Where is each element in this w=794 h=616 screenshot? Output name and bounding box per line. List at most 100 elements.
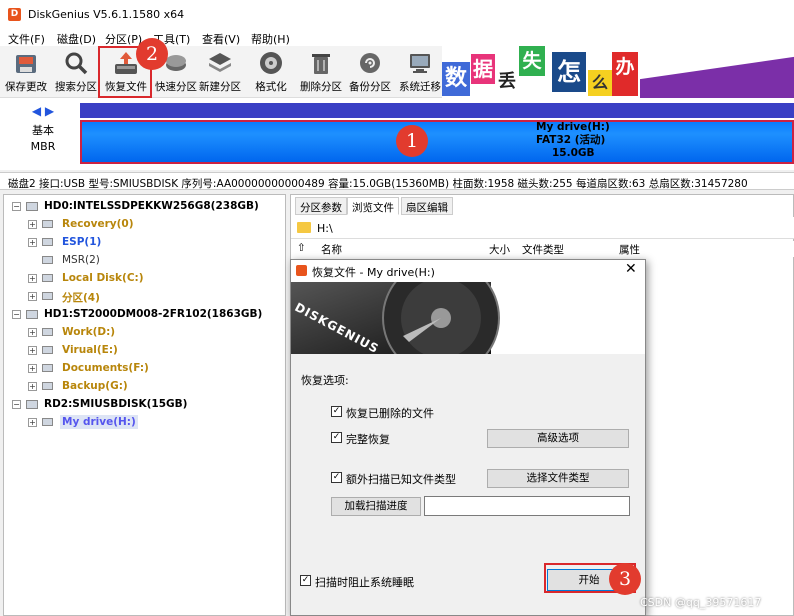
system-migrate-icon [410,54,430,73]
backup-partition-icon [360,53,380,73]
callout-1: 1 [396,125,428,157]
prevent-sleep-label: 扫描时阻止系统睡眠 [315,576,414,589]
tree-partition-c[interactable]: Local Disk(C:) [62,272,144,284]
tree-partition-h[interactable]: My drive(H:) [60,415,138,429]
expand-icon[interactable]: + [28,292,37,301]
expand-icon[interactable]: + [28,382,37,391]
load-scan-progress-button[interactable]: 加载扫描进度 [331,497,421,516]
expand-icon[interactable]: + [28,238,37,247]
menu-disk[interactable]: 磁盘(D) [57,31,96,47]
callout-2: 2 [136,38,168,70]
menu-help[interactable]: 帮助(H) [251,31,290,47]
scan-progress-path-input[interactable] [424,496,630,516]
extra-scan-checkbox[interactable]: ✓ [331,472,342,483]
up-folder-icon[interactable]: ⇧ [297,242,306,254]
expand-icon[interactable]: + [28,274,37,283]
title-bar: D DiskGenius V5.6.1.1580 x64 [0,0,794,28]
banner-char: 丢 [495,68,519,96]
app-title: DiskGenius V5.6.1.1580 x64 [28,8,185,21]
partition-icon [42,292,53,300]
expand-icon[interactable]: + [28,346,37,355]
deleted-files-label: 恢复已删除的文件 [346,407,434,420]
disk-info-bar: 磁盘2 接口:USB 型号:SMIUSBDISK 序列号:AA000000000… [0,172,794,190]
dialog-header-image: DISKGENIUS [291,282,645,354]
collapse-icon[interactable]: − [12,310,21,319]
select-file-types-button[interactable]: 选择文件类型 [487,469,629,488]
disk-type-label: ◀ ▶ 基本 MBR [20,104,66,164]
collapse-icon[interactable]: − [12,400,21,409]
complete-recovery-checkbox[interactable]: ✓ [331,432,342,443]
advanced-options-button[interactable]: 高级选项 [487,429,629,448]
tree-disk-hd0[interactable]: HD0:INTELSSDPEKKW256G8(238GB) [44,200,259,212]
disk-icon [26,310,38,319]
expand-icon[interactable]: + [28,220,37,229]
partition-icon [42,382,53,390]
menu-partition[interactable]: 分区(P) [105,31,142,47]
tree-partition-d[interactable]: Work(D:) [62,326,115,338]
disk-type-basic: 基本 [32,124,54,137]
column-name[interactable]: 名称 [321,242,342,257]
menu-file[interactable]: 文件(F) [8,31,45,47]
tree-partition-recovery[interactable]: Recovery(0) [62,218,134,230]
partition-block[interactable] [80,120,794,164]
expand-icon[interactable]: + [28,418,37,427]
deleted-files-checkbox[interactable]: ✓ [331,406,342,417]
tab-sector-edit[interactable]: 扇区编辑 [401,197,453,215]
tree-partition-e[interactable]: Virual(E:) [62,344,118,356]
partition-fs: FAT32 (活动) [536,134,606,146]
tree-disk-hd1[interactable]: HD1:ST2000DM008-2FR102(1863GB) [44,308,262,320]
nav-arrows-icon[interactable]: ◀ ▶ [20,104,66,118]
dialog-app-icon [296,265,307,276]
column-size[interactable]: 大小 [489,242,510,257]
prevent-sleep-checkbox[interactable]: ✓ [300,575,311,586]
menu-view[interactable]: 查看(V) [202,31,240,47]
partition-bar-top [80,103,794,118]
tree-partition-esp[interactable]: ESP(1) [62,236,101,248]
expand-icon[interactable]: + [28,364,37,373]
tree-partition-g[interactable]: Backup(G:) [62,380,128,392]
complete-recovery-label: 完整恢复 [346,433,390,446]
banner-char: 失 [519,46,545,76]
partition-icon [42,220,53,228]
system-migration-button[interactable]: 系统迁移 [394,46,446,98]
collapse-icon[interactable]: − [12,202,21,211]
folder-icon [297,222,311,233]
disk-type-mbr: MBR [30,140,56,153]
partition-size: 15.0GB [552,147,595,159]
save-icon [16,55,36,73]
disk-icon [26,202,38,211]
hard-disk-illustration [291,282,645,354]
callout-3: 3 [609,563,641,595]
column-attr[interactable]: 属性 [619,242,640,257]
expand-icon[interactable]: + [28,328,37,337]
partition-icon [42,346,53,354]
partition-icon [42,328,53,336]
extra-scan-label: 额外扫描已知文件类型 [346,473,456,486]
banner-char: 办 [612,52,638,96]
disk-icon [26,400,38,409]
watermark: CSDN @qq_39571617 [640,596,762,609]
partition-info: My drive(H:) FAT32 (活动) 15.0GB [536,121,610,160]
banner-char: 怎 [552,52,586,92]
promo-banner[interactable]: 数 据 丢 失 怎 么 办 DiskGenius 团队为您服务 [442,46,794,98]
partition-name: My drive(H:) [536,121,610,133]
close-icon[interactable]: ✕ [625,261,637,277]
column-type[interactable]: 文件类型 [522,242,564,257]
tree-partition-f[interactable]: Documents(F:) [62,362,149,374]
partition-icon [42,418,53,426]
tree-disk-rd2[interactable]: RD2:SMIUSBDISK(15GB) [44,398,187,410]
tree-partition-msr[interactable]: MSR(2) [62,254,100,266]
tree-partition-4[interactable]: 分区(4) [62,290,100,305]
banner-char: 么 [588,70,612,96]
diskgenius-window: D DiskGenius V5.6.1.1580 x64 文件(F) 磁盘(D)… [0,0,794,616]
menu-bar: 文件(F) 磁盘(D) 分区(P) 工具(T) 查看(V) 帮助(H) [0,28,794,46]
format-icon [260,52,282,74]
dialog-title: 恢复文件 - My drive(H:) [312,266,435,279]
tab-browse-files[interactable]: 浏览文件 [347,197,399,215]
toolbar: 保存更改 搜索分区 恢复文件 快速分区 新建分区 格式化 删除分区 备份分区 系… [0,46,460,98]
new-partition-icon [209,53,231,72]
banner-char: 据 [471,54,495,84]
tab-partition-params[interactable]: 分区参数 [295,197,347,215]
partition-icon [42,238,53,246]
file-list-header: ⇧ 名称 大小 文件类型 属性 [291,241,794,257]
